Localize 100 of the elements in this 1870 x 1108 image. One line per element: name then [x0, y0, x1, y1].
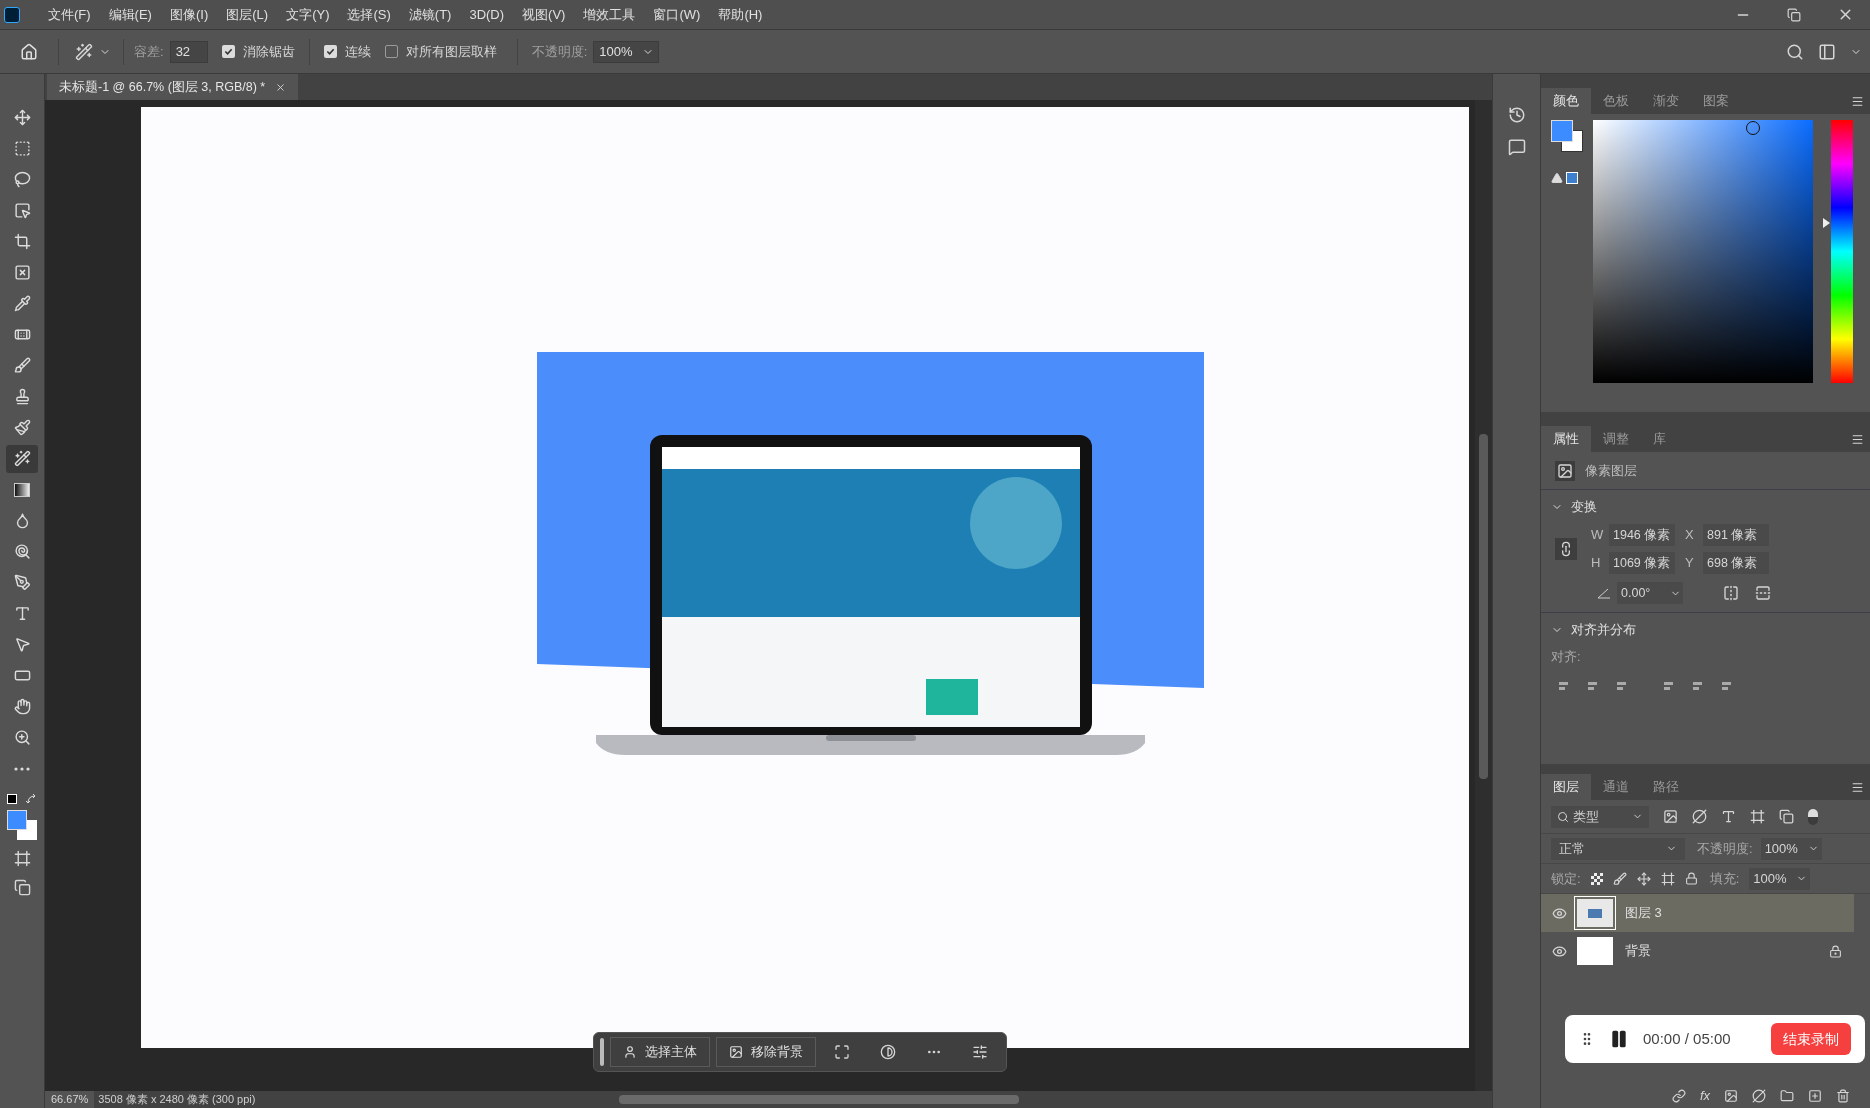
lock-label: 锁定:	[1551, 869, 1581, 888]
document-tab[interactable]: 未标题-1 @ 66.7% (图层 3, RGB/8) *	[47, 74, 299, 100]
lock-icon[interactable]	[1684, 872, 1698, 885]
color-swatches[interactable]	[1551, 120, 1583, 152]
link-icon[interactable]	[1555, 538, 1577, 560]
section-title: 变换	[1571, 498, 1597, 517]
comment-icon[interactable]	[1507, 138, 1526, 156]
panel-tab[interactable]: 属性	[1541, 426, 1591, 452]
hue-slider-handle[interactable]	[1823, 217, 1830, 228]
zoom-level[interactable]: 66.67%	[45, 1091, 95, 1108]
checkbox[interactable]	[221, 45, 235, 58]
menu-item[interactable]: 帮助(H)	[710, 4, 771, 25]
document-info: 3508 像素 x 2480 像素 (300 ppi)	[97, 1092, 257, 1108]
fill-label: 填充:	[1709, 869, 1740, 888]
visibility-eye-icon[interactable]	[1551, 943, 1567, 959]
expand-icon[interactable]	[834, 1044, 850, 1060]
close-icon[interactable]	[275, 81, 287, 93]
wand-tool-button[interactable]	[6, 444, 38, 473]
menu-item[interactable]: 图层(L)	[218, 4, 277, 25]
input-field[interactable]: 891 像素	[1703, 524, 1769, 546]
task-bar-button[interactable]: 选择主体	[610, 1037, 710, 1067]
wand-icon	[13, 450, 31, 467]
menu-item[interactable]: 文字(Y)	[278, 4, 338, 25]
opacity-field[interactable]: 100%	[593, 40, 659, 63]
menu-item[interactable]: 文件(F)	[40, 4, 99, 25]
horizontal-scrollbar-thumb[interactable]	[619, 1095, 1020, 1104]
flip-horizontal-icon[interactable]	[1723, 585, 1739, 601]
trash-icon[interactable]	[1836, 1089, 1850, 1103]
panel-tab[interactable]: 图层	[1541, 774, 1591, 800]
color-swatches[interactable]	[7, 810, 37, 840]
blend-mode-dropdown[interactable]: 正常	[1551, 837, 1685, 860]
screen-mode-icon[interactable]	[13, 879, 31, 896]
more-icon	[14, 766, 30, 771]
pause-icon[interactable]	[1609, 1029, 1629, 1049]
history-icon[interactable]	[1507, 106, 1526, 124]
layer-thumbnail	[1577, 937, 1613, 965]
opacity-field[interactable]: 100%	[1760, 837, 1822, 860]
input-field[interactable]: 1946 像素	[1609, 524, 1675, 546]
workspace-icon[interactable]	[1818, 42, 1836, 61]
checkbox[interactable]	[384, 45, 398, 58]
menu-item[interactable]: 图像(I)	[161, 4, 217, 25]
task-bar-button[interactable]: 移除背景	[716, 1037, 816, 1067]
filter-dropdown[interactable]: 类型	[1551, 805, 1649, 828]
panel-menu-icon[interactable]	[1851, 432, 1864, 446]
visibility-eye-icon[interactable]	[1551, 905, 1567, 921]
home-icon[interactable]	[20, 42, 38, 61]
new-layer-icon[interactable]	[1808, 1089, 1822, 1103]
fx-icon[interactable]: fx	[1699, 1086, 1710, 1106]
checkbox[interactable]	[323, 45, 337, 58]
checkbox-label: 对所有图层取样	[405, 42, 497, 61]
filter-toggle[interactable]	[1808, 808, 1818, 825]
gradient-icon	[14, 482, 30, 497]
shape-filter-icon[interactable]	[1750, 809, 1765, 824]
menu-item[interactable]: 选择(S)	[339, 4, 399, 25]
brush-icon[interactable]	[1612, 871, 1627, 886]
section-title: 对齐并分布	[1571, 621, 1636, 640]
flip-vertical-icon[interactable]	[1755, 585, 1771, 601]
folder-icon[interactable]	[1780, 1089, 1794, 1103]
panel-menu-icon[interactable]	[1851, 94, 1864, 108]
search-icon[interactable]	[1786, 42, 1804, 61]
move-icon[interactable]	[1636, 871, 1651, 886]
artboard-icon[interactable]	[1660, 871, 1675, 886]
sliders-icon[interactable]	[972, 1044, 988, 1060]
opacity-label: 不透明度:	[531, 42, 588, 61]
color-field[interactable]	[1593, 120, 1813, 383]
search-icon	[1557, 810, 1569, 823]
mask-icon[interactable]	[1724, 1089, 1738, 1103]
input-field[interactable]: 698 像素	[1703, 552, 1769, 574]
panel-tab[interactable]: 颜色	[1541, 88, 1591, 114]
hand-icon	[13, 698, 31, 715]
fill-field[interactable]: 100%	[1749, 867, 1811, 890]
angle-icon	[1597, 587, 1611, 599]
menu-item[interactable]: 滤镜(T)	[400, 4, 460, 25]
contrast-icon[interactable]	[880, 1044, 896, 1060]
tolerance-field[interactable]: 32	[169, 40, 208, 63]
menu-item[interactable]: 窗口(W)	[645, 4, 709, 25]
panel-menu-icon[interactable]	[1851, 780, 1864, 794]
quick-mask-icon[interactable]	[13, 850, 31, 867]
layer-row[interactable]: 图层 3	[1541, 894, 1854, 932]
paintbrush-icon	[13, 419, 31, 436]
menu-item[interactable]: 视图(V)	[514, 4, 574, 25]
square-x-icon	[13, 264, 31, 281]
menu-item[interactable]: 3D(D)	[461, 4, 513, 25]
person-icon	[623, 1045, 637, 1059]
menu-item[interactable]: 编辑(E)	[100, 4, 160, 25]
smart-object-filter-icon[interactable]	[1779, 809, 1794, 824]
layer-name: 背景	[1625, 942, 1651, 961]
stop-recording-button[interactable]: 结束录制	[1771, 1023, 1851, 1055]
eyedropper-icon	[13, 295, 31, 312]
restore-icon[interactable]	[1787, 7, 1801, 22]
menu-item[interactable]: 增效工具	[575, 4, 644, 25]
wand-icon[interactable]	[75, 42, 93, 61]
image-filter-icon[interactable]	[1663, 809, 1678, 824]
angle-field[interactable]: 0.00°	[1617, 582, 1683, 604]
default-colors-icon[interactable]	[7, 792, 37, 806]
type-filter-icon[interactable]	[1721, 809, 1736, 824]
input-field[interactable]: 1069 像素	[1609, 552, 1675, 574]
layer-row[interactable]: 背景	[1541, 932, 1854, 970]
link-icon[interactable]	[1671, 1089, 1686, 1103]
scrollbar-thumb[interactable]	[1479, 434, 1488, 779]
